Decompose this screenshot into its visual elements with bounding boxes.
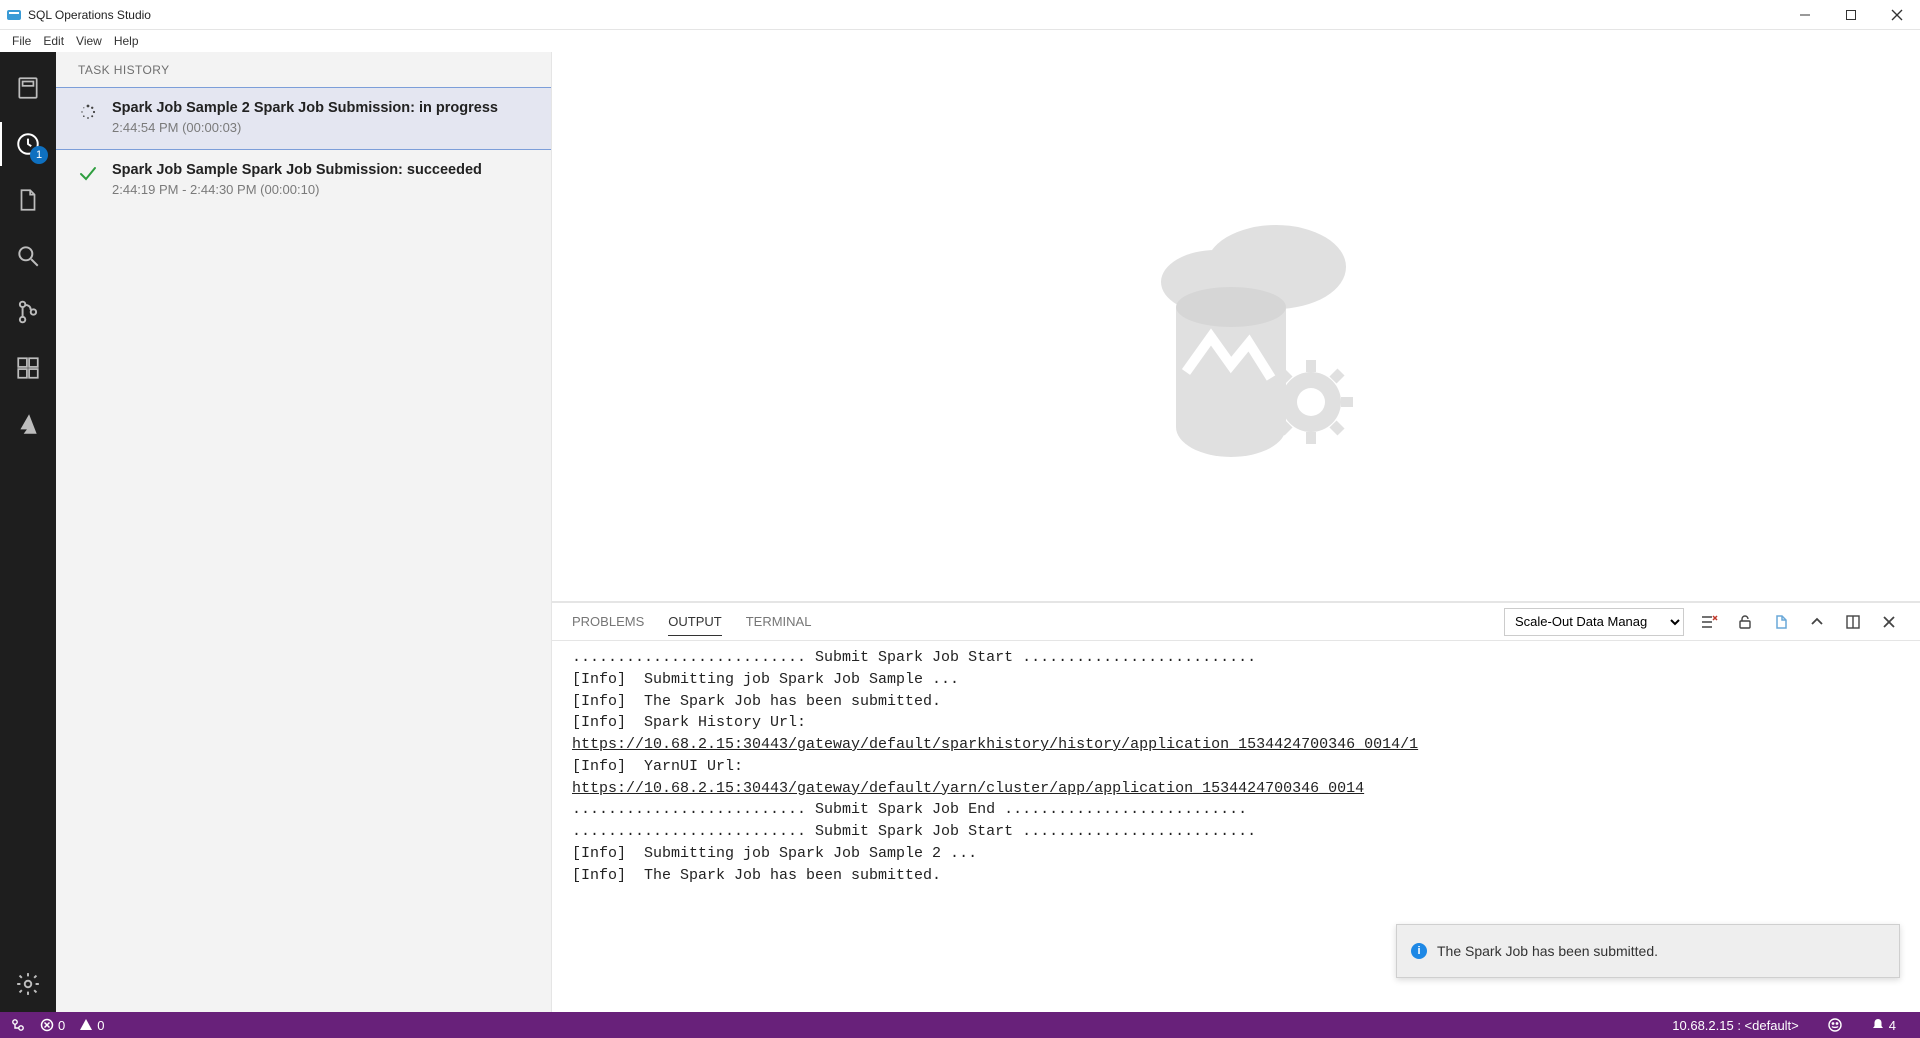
output-line: .......................... Submit Spark … [572, 649, 1256, 666]
output-line: [Info] Submitting job Spark Job Sample 2… [572, 845, 977, 862]
open-file-icon[interactable] [1770, 611, 1792, 633]
close-button[interactable] [1874, 0, 1920, 30]
task-item[interactable]: Spark Job Sample Spark Job Submission: s… [56, 150, 551, 211]
output-line: .......................... Submit Spark … [572, 823, 1256, 840]
editor-placeholder [552, 52, 1920, 602]
app-icon [6, 7, 22, 23]
status-feedback[interactable] [1827, 1017, 1843, 1033]
output-line: [Info] The Spark Job has been submitted. [572, 867, 941, 884]
titlebar: SQL Operations Studio [0, 0, 1920, 30]
maximize-button[interactable] [1828, 0, 1874, 30]
task-item[interactable]: Spark Job Sample 2 Spark Job Submission:… [56, 87, 551, 150]
collapse-panel-icon[interactable] [1806, 611, 1828, 633]
toggle-panel-layout-icon[interactable] [1842, 611, 1864, 633]
status-notifications[interactable]: 4 [1871, 1018, 1896, 1033]
clear-output-icon[interactable] [1698, 611, 1720, 633]
output-link[interactable]: https://10.68.2.15:30443/gateway/default… [572, 780, 1364, 797]
history-badge: 1 [30, 146, 48, 164]
tab-problems[interactable]: PROBLEMS [572, 608, 644, 635]
activity-source-control[interactable] [0, 284, 56, 340]
output-line: [Info] Submitting job Spark Job Sample .… [572, 671, 959, 688]
sidebar-task-history: TASK HISTORY Spark Job Sample 2 Spark Jo… [56, 52, 552, 1012]
lock-scroll-icon[interactable] [1734, 611, 1756, 633]
task-time: 2:44:19 PM - 2:44:30 PM (00:00:10) [112, 182, 482, 197]
activity-azure[interactable] [0, 396, 56, 452]
activitybar: 1 [0, 52, 56, 1012]
check-icon [78, 164, 98, 184]
notification-toast[interactable]: i The Spark Job has been submitted. [1396, 924, 1900, 978]
app-title: SQL Operations Studio [28, 8, 151, 22]
status-warnings[interactable]: 0 [79, 1018, 104, 1033]
menu-file[interactable]: File [6, 32, 37, 50]
activity-task-history[interactable]: 1 [0, 116, 56, 172]
spinner-icon [78, 102, 98, 122]
watermark-icon [1086, 177, 1386, 477]
menu-edit[interactable]: Edit [37, 32, 70, 50]
output-link[interactable]: https://10.68.2.15:30443/gateway/default… [572, 736, 1418, 753]
window-controls [1782, 0, 1920, 30]
activity-search[interactable] [0, 228, 56, 284]
output-line: [Info] The Spark Job has been submitted. [572, 693, 941, 710]
activity-servers[interactable] [0, 60, 56, 116]
activity-explorer[interactable] [0, 172, 56, 228]
task-title: Spark Job Sample 2 Spark Job Submission:… [112, 100, 498, 116]
menubar: File Edit View Help [0, 30, 1920, 52]
panel-tabs: PROBLEMS OUTPUT TERMINAL Scale-Out Data … [552, 603, 1920, 641]
output-channel-select[interactable]: Scale-Out Data Manag [1504, 608, 1684, 636]
statusbar: 0 0 10.68.2.15 : <default> 4 [0, 1012, 1920, 1038]
notification-message: The Spark Job has been submitted. [1437, 943, 1658, 959]
status-remote[interactable] [10, 1017, 26, 1033]
output-line: .......................... Submit Spark … [572, 801, 1247, 818]
task-title: Spark Job Sample Spark Job Submission: s… [112, 162, 482, 178]
menu-help[interactable]: Help [108, 32, 145, 50]
activity-settings[interactable] [0, 956, 56, 1012]
tab-output[interactable]: OUTPUT [668, 608, 721, 636]
minimize-button[interactable] [1782, 0, 1828, 30]
status-errors[interactable]: 0 [40, 1018, 65, 1033]
info-icon: i [1411, 943, 1427, 959]
status-connection[interactable]: 10.68.2.15 : <default> [1672, 1018, 1799, 1033]
workspace: 1 TASK HISTORY [0, 52, 1920, 1012]
sidebar-title: TASK HISTORY [56, 52, 551, 87]
tab-terminal[interactable]: TERMINAL [746, 608, 812, 635]
menu-view[interactable]: View [70, 32, 108, 50]
task-time: 2:44:54 PM (00:00:03) [112, 120, 498, 135]
output-line: [Info] YarnUI Url: [572, 758, 743, 775]
output-line: [Info] Spark History Url: [572, 714, 806, 731]
editor-area: PROBLEMS OUTPUT TERMINAL Scale-Out Data … [552, 52, 1920, 1012]
activity-extensions[interactable] [0, 340, 56, 396]
close-panel-icon[interactable] [1878, 611, 1900, 633]
task-list: Spark Job Sample 2 Spark Job Submission:… [56, 87, 551, 211]
